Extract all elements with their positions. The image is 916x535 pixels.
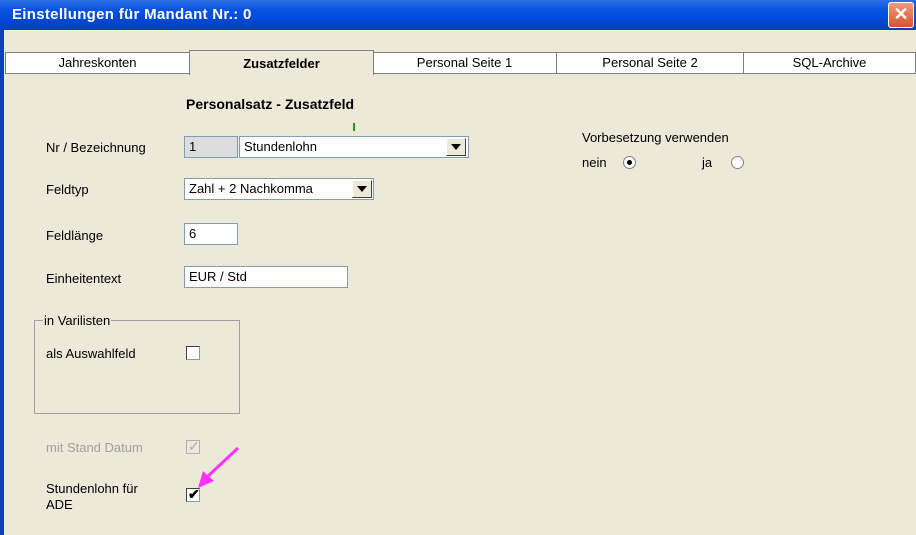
tab-personal-seite-1[interactable]: Personal Seite 1 bbox=[372, 52, 557, 73]
tab-personal-seite-2[interactable]: Personal Seite 2 bbox=[555, 52, 745, 73]
tab-label: Personal Seite 1 bbox=[416, 55, 513, 70]
vorbesetzung-nein-label: nein bbox=[582, 155, 607, 170]
vorbesetzung-ja-label: ja bbox=[702, 155, 713, 170]
einheitentext-field[interactable]: EUR / Std bbox=[184, 266, 348, 288]
feldlaenge-field[interactable]: 6 bbox=[184, 223, 238, 245]
section-title: Personalsatz - Zusatzfeld bbox=[186, 96, 355, 112]
title-bar[interactable]: Einstellungen für Mandant Nr.: 0 bbox=[0, 0, 916, 30]
close-button[interactable]: ✕ bbox=[888, 2, 914, 28]
bezeichnung-value: Stundenlohn bbox=[244, 139, 318, 154]
feldtyp-label: Feldtyp bbox=[46, 182, 89, 197]
vorbesetzung-nein-radio[interactable] bbox=[623, 156, 636, 169]
window-title: Einstellungen für Mandant Nr.: 0 bbox=[12, 6, 252, 23]
close-icon: ✕ bbox=[893, 4, 909, 24]
vorbesetzung-ja-radio[interactable] bbox=[731, 156, 744, 169]
stundenlohn-ade-label: Stundenlohn für ADE bbox=[46, 481, 138, 513]
annotation-arrow-icon bbox=[198, 446, 240, 488]
label-line-2: ADE bbox=[46, 497, 73, 512]
bezeichnung-select[interactable]: Stundenlohn bbox=[239, 136, 469, 158]
feldtyp-select[interactable]: Zahl + 2 Nachkomma bbox=[184, 178, 374, 200]
tab-sql-archive[interactable]: SQL-Archive bbox=[743, 52, 916, 73]
tab-label: Zusatzfelder bbox=[243, 56, 320, 71]
auswahlfeld-checkbox[interactable] bbox=[186, 346, 200, 360]
varilisten-group-title: in Varilisten bbox=[43, 313, 112, 328]
feldtyp-value: Zahl + 2 Nachkomma bbox=[189, 181, 313, 196]
mit-stand-datum-label: mit Stand Datum bbox=[46, 440, 143, 455]
tab-zusatzfelder[interactable]: Zusatzfelder bbox=[189, 50, 374, 75]
feldlaenge-label: Feldlänge bbox=[46, 228, 104, 243]
label-line-1: Stundenlohn für bbox=[46, 481, 138, 496]
tab-label: Personal Seite 2 bbox=[602, 55, 698, 70]
einheitentext-label: Einheitentext bbox=[46, 271, 122, 286]
feldtyp-dropdown-button[interactable] bbox=[352, 180, 372, 198]
vorbesetzung-label: Vorbesetzung verwenden bbox=[582, 130, 729, 145]
cursor-marker bbox=[353, 123, 355, 131]
nr-field[interactable]: 1 bbox=[184, 136, 238, 158]
nr-bezeichnung-label: Nr / Bezeichnung bbox=[46, 140, 146, 155]
auswahlfeld-label: als Auswahlfeld bbox=[46, 346, 136, 361]
tab-label: SQL-Archive bbox=[792, 55, 867, 70]
bezeichnung-dropdown-button[interactable] bbox=[446, 138, 466, 156]
window-left-border bbox=[0, 30, 4, 535]
varilisten-group bbox=[34, 320, 240, 414]
tab-jahreskonten[interactable]: Jahreskonten bbox=[5, 52, 190, 73]
tab-label: Jahreskonten bbox=[58, 55, 137, 70]
